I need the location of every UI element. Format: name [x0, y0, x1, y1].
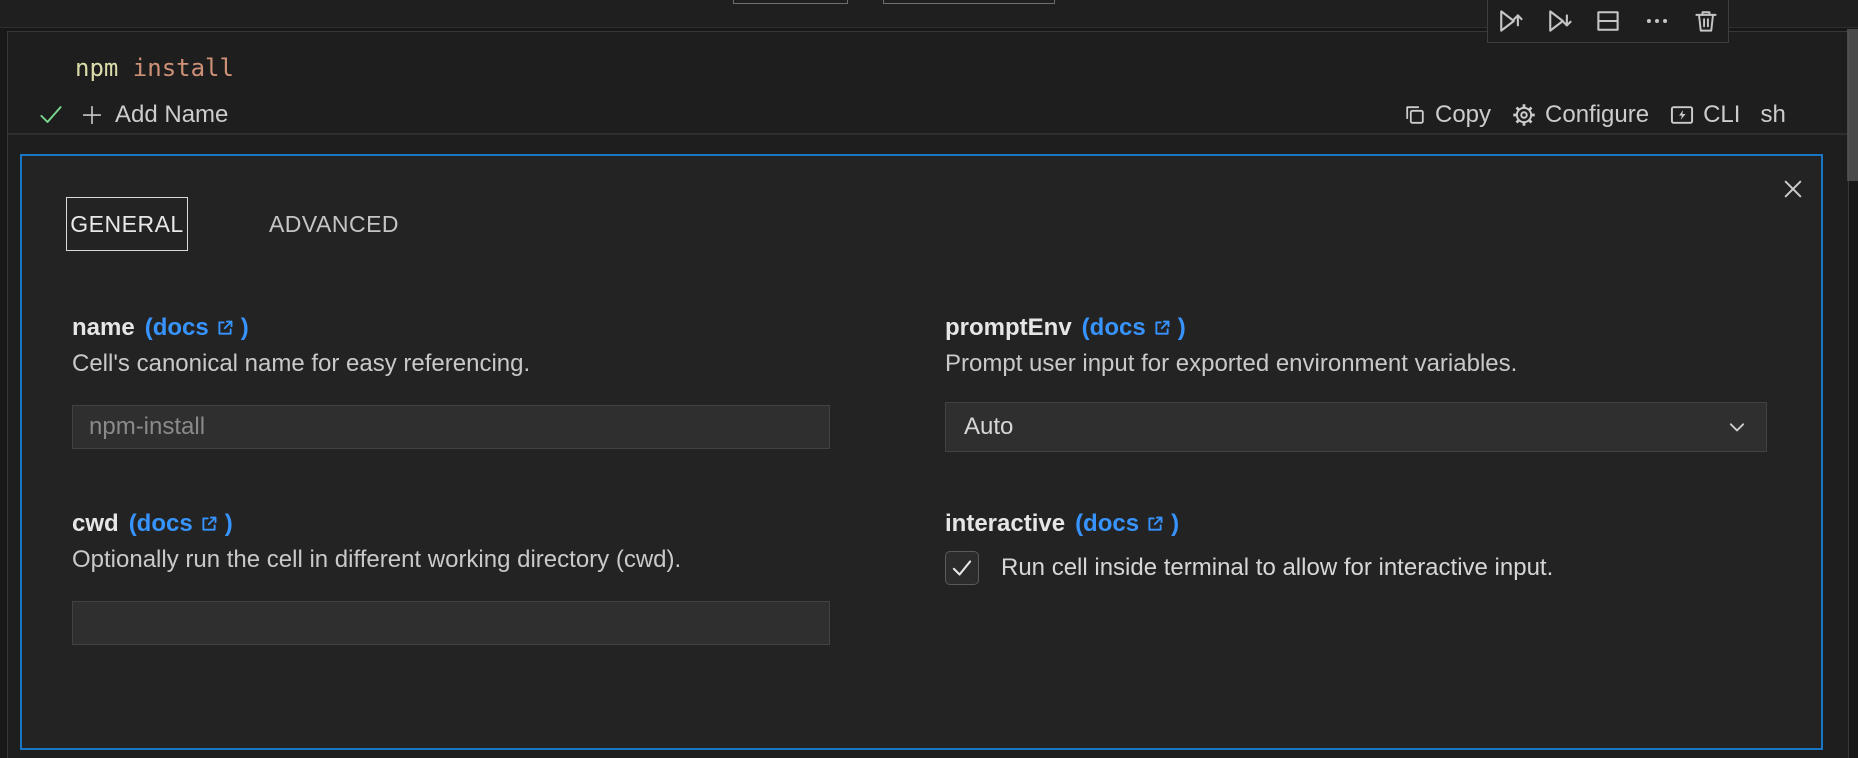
field-interactive-label: interactive — [945, 510, 1065, 538]
field-cwd-header: cwd (docs ) — [72, 508, 233, 540]
configure-button[interactable]: Configure — [1511, 101, 1649, 129]
external-link-icon — [1152, 318, 1172, 338]
run-cell-and-above-icon[interactable] — [1496, 7, 1524, 35]
promptenv-selected-value: Auto — [964, 413, 1013, 441]
docs-link-interactive[interactable]: (docs ) — [1075, 510, 1179, 538]
promptenv-select[interactable]: Auto — [945, 402, 1767, 452]
gear-icon — [1511, 102, 1537, 128]
docs-link-promptenv[interactable]: (docs ) — [1082, 314, 1186, 342]
cell-code-editor[interactable]: npm install — [75, 51, 234, 85]
scrollbar[interactable] — [1847, 29, 1858, 181]
code-token-command: npm — [75, 54, 133, 82]
add-name-button[interactable]: Add Name — [79, 101, 228, 129]
field-name-label: name — [72, 314, 135, 342]
checkmark-icon — [949, 555, 975, 581]
cell-configuration-dialog: GENERAL ADVANCED name (docs ) Cell's can… — [20, 154, 1823, 750]
cell-actions-row: Copy Configure CLI — [1403, 96, 1786, 134]
runme-notebook-app: npm install Add Name Copy — [0, 0, 1858, 758]
field-cwd-description: Optionally run the cell in different wor… — [72, 546, 681, 574]
field-name-description: Cell's canonical name for easy referenci… — [72, 350, 530, 378]
chevron-down-icon — [1726, 416, 1748, 438]
field-promptenv-description: Prompt user input for exported environme… — [945, 350, 1517, 378]
more-actions-icon[interactable] — [1643, 7, 1671, 35]
notebook-cell: npm install Add Name Copy — [7, 31, 1849, 758]
external-link-icon — [199, 514, 219, 534]
success-check-icon — [37, 101, 65, 129]
docs-link-name[interactable]: (docs ) — [145, 314, 249, 342]
plus-icon — [79, 102, 105, 128]
field-name-header: name (docs ) — [72, 312, 249, 344]
partial-button-above[interactable] — [733, 0, 848, 4]
copy-label: Copy — [1435, 101, 1491, 129]
code-token-argument: install — [133, 54, 234, 82]
add-name-label: Add Name — [115, 101, 228, 129]
interactive-checkbox-label: Run cell inside terminal to allow for in… — [1001, 554, 1553, 582]
cell-status-row: Add Name — [37, 96, 228, 134]
delete-cell-icon[interactable] — [1692, 7, 1720, 35]
cli-icon — [1669, 102, 1695, 128]
name-input[interactable] — [72, 405, 830, 449]
docs-link-cwd[interactable]: (docs ) — [129, 510, 233, 538]
close-icon[interactable] — [1774, 170, 1812, 208]
cli-button[interactable]: CLI — [1669, 101, 1740, 129]
field-promptenv-label: promptEnv — [945, 314, 1072, 342]
field-promptenv-header: promptEnv (docs ) — [945, 312, 1186, 344]
cell-toolbar — [1487, 0, 1729, 43]
external-link-icon — [215, 318, 235, 338]
interactive-checkbox[interactable] — [945, 551, 979, 585]
cli-label: CLI — [1703, 101, 1740, 129]
split-cell-icon[interactable] — [1594, 7, 1622, 35]
interactive-checkbox-row: Run cell inside terminal to allow for in… — [945, 548, 1553, 588]
run-cell-and-below-icon[interactable] — [1545, 7, 1573, 35]
cwd-input[interactable] — [72, 601, 830, 645]
configure-label: Configure — [1545, 101, 1649, 129]
cell-divider — [8, 133, 1849, 135]
copy-button[interactable]: Copy — [1403, 101, 1491, 129]
external-link-icon — [1145, 514, 1165, 534]
field-interactive-header: interactive (docs ) — [945, 508, 1179, 540]
field-cwd-label: cwd — [72, 510, 119, 538]
copy-icon — [1403, 103, 1427, 127]
tab-advanced[interactable]: ADVANCED — [251, 197, 417, 251]
partial-button-above[interactable] — [883, 0, 1055, 4]
tab-general[interactable]: GENERAL — [66, 197, 188, 251]
language-picker[interactable]: sh — [1760, 101, 1785, 129]
